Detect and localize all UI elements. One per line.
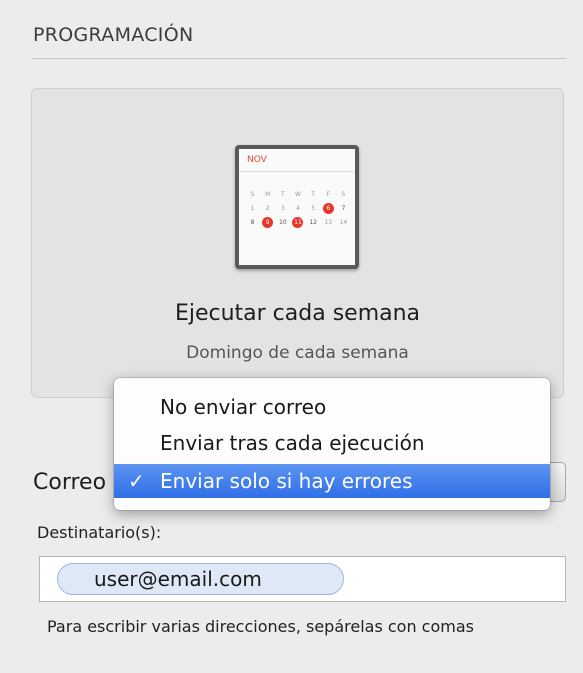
menu-item-no-email[interactable]: No enviar correo (114, 390, 550, 424)
recipient-token[interactable]: user@email.com (57, 563, 344, 595)
schedule-title: Ejecutar cada semana (174, 301, 421, 326)
calendar-day: 12 (309, 219, 317, 226)
calendar-grid: S M T W T F S 1 2 3 4 5 6 7 8 9 10 11 12… (245, 189, 351, 228)
menu-item-label: Enviar solo si hay errores (160, 469, 413, 493)
checkmark-icon: ✓ (128, 469, 145, 493)
schedule-box[interactable]: NOV S M T W T F S 1 2 3 4 5 6 7 8 9 10 1… (31, 88, 564, 398)
calendar-day-highlighted: 11 (292, 217, 304, 228)
email-options-menu: No enviar correo Enviar tras cada ejecuc… (114, 378, 550, 510)
calendar-weekday: T (281, 191, 285, 198)
calendar-day-highlighted: 6 (322, 203, 334, 214)
email-label: Correo (33, 470, 107, 495)
calendar-month: NOV (247, 155, 267, 165)
menu-item-only-errors[interactable]: ✓ Enviar solo si hay errores (114, 464, 550, 498)
calendar-day: 3 (280, 205, 285, 212)
calendar-day: 13 (324, 219, 333, 226)
section-divider (32, 58, 566, 59)
section-title: PROGRAMACIÓN (33, 24, 194, 46)
menu-item-label: No enviar correo (160, 395, 327, 419)
menu-item-label: Enviar tras cada ejecución (160, 431, 425, 455)
calendar-weekday: F (326, 191, 330, 198)
calendar-day: 1 (250, 205, 255, 212)
calendar-day-highlighted: 9 (262, 217, 274, 228)
settings-panel: PROGRAMACIÓN NOV S M T W T F S 1 2 3 4 5… (0, 0, 583, 673)
calendar-day: 4 (296, 205, 300, 212)
schedule-subtitle: Domingo de cada semana (186, 343, 409, 363)
calendar-day: 14 (339, 219, 348, 226)
calendar-icon: NOV S M T W T F S 1 2 3 4 5 6 7 8 9 10 1… (235, 145, 359, 269)
calendar-weekday: S (341, 191, 346, 198)
calendar-day: 10 (279, 219, 287, 226)
calendar-weekday: W (295, 191, 301, 198)
recipients-field[interactable]: user@email.com (39, 556, 566, 602)
menu-item-after-each-run[interactable]: Enviar tras cada ejecución (114, 426, 550, 460)
calendar-day: 8 (250, 219, 255, 226)
calendar-weekday: M (265, 191, 271, 198)
calendar-day: 5 (311, 205, 316, 212)
recipients-hint: Para escribir varias direcciones, sepáre… (47, 617, 474, 636)
recipients-label: Destinatario(s): (37, 523, 162, 542)
calendar-day: 7 (341, 205, 346, 212)
calendar-weekday: S (250, 191, 255, 198)
calendar-day: 2 (265, 205, 270, 212)
calendar-weekday: T (311, 191, 315, 198)
calendar-divider (239, 171, 355, 172)
